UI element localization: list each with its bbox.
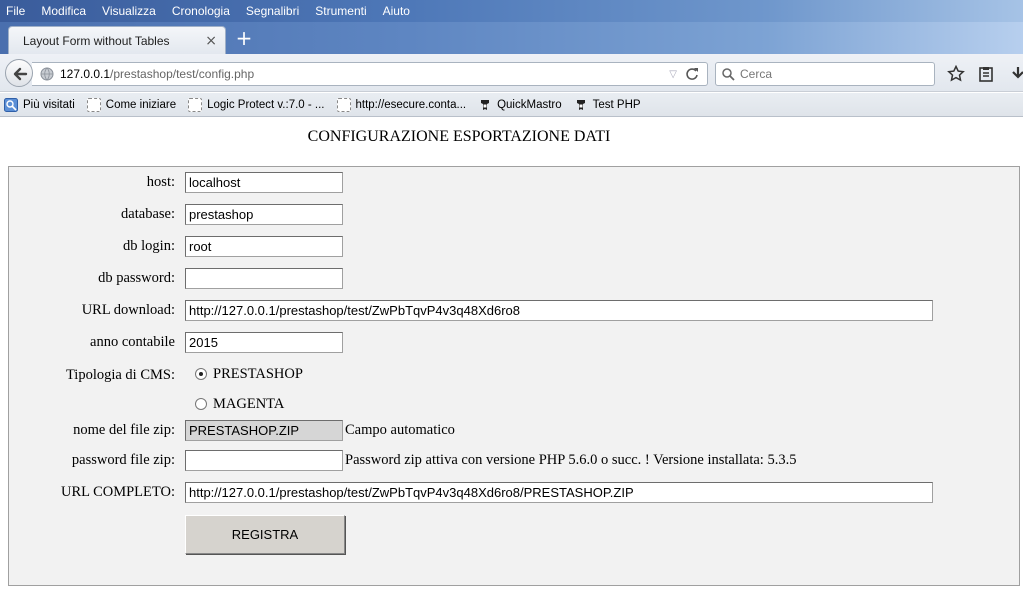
search-placeholder: Cerca	[740, 67, 773, 81]
registra-button[interactable]: REGISTRA	[185, 515, 345, 554]
row-cms-magenta: MAGENTA	[9, 395, 1021, 417]
anno-contabile-input[interactable]	[185, 332, 343, 353]
blank-page-icon	[188, 97, 203, 112]
reload-icon[interactable]	[685, 67, 699, 81]
cms-label: Tipologia di CMS:	[65, 367, 175, 383]
most-visited-icon	[4, 97, 18, 112]
bookmark-label: Logic Protect v.:7.0 - ...	[207, 98, 325, 111]
back-arrow-icon	[13, 67, 28, 81]
menu-strumenti[interactable]: Strumenti	[315, 4, 366, 18]
menu-cronologia[interactable]: Cronologia	[172, 4, 230, 18]
tab-active[interactable]: Layout Form without Tables ×	[8, 26, 226, 54]
url-download-label: URL download:	[81, 302, 175, 318]
radio-magenta-label[interactable]: MAGENTA	[213, 396, 284, 413]
host-input[interactable]	[185, 172, 343, 193]
url-completo-input[interactable]	[185, 482, 933, 503]
page-content: CONFIGURAZIONE ESPORTAZIONE DATI host: d…	[0, 118, 1023, 590]
bookmarks-bar: Più visitati Come iniziare Logic Protect…	[0, 93, 1023, 117]
menu-aiuto[interactable]: Aiuto	[383, 4, 410, 18]
blank-page-icon	[336, 97, 351, 112]
blank-page-icon	[86, 97, 101, 112]
row-cms: Tipologia di CMS: PRESTASHOP	[9, 365, 1021, 387]
db-login-input[interactable]	[185, 236, 343, 257]
row-url-completo: URL COMPLETO:	[9, 482, 1021, 504]
menu-modifica[interactable]: Modifica	[41, 4, 86, 18]
zip-name-label: nome del file zip:	[73, 422, 175, 438]
row-zip-password: password file zip: Password zip attiva c…	[9, 450, 1021, 472]
bookmark-test-php[interactable]: Test PHP	[574, 98, 641, 112]
database-input[interactable]	[185, 204, 343, 225]
anno-contabile-label: anno contabile	[90, 334, 175, 350]
bookmark-label: Test PHP	[592, 98, 641, 111]
zip-password-label: password file zip:	[71, 452, 175, 468]
menu-bar: File Modifica Visualizza Cronologia Segn…	[0, 0, 1023, 22]
bookmark-label: Più visitati	[23, 98, 75, 111]
database-label: database:	[121, 206, 175, 222]
row-url-download: URL download:	[9, 300, 1021, 322]
radio-prestashop[interactable]	[195, 368, 207, 380]
db-login-label: db login:	[123, 238, 175, 254]
new-tab-button[interactable]: +	[234, 28, 254, 48]
search-icon	[722, 67, 735, 81]
row-anno-contabile: anno contabile	[9, 332, 1021, 354]
bookmark-quickmastro[interactable]: QuickMastro	[478, 98, 562, 112]
menu-file[interactable]: File	[6, 4, 25, 18]
url-download-input[interactable]	[185, 300, 933, 321]
tab-title: Layout Form without Tables	[23, 33, 170, 48]
back-button[interactable]	[5, 59, 33, 87]
search-box[interactable]: Cerca	[715, 62, 935, 86]
radio-magenta[interactable]	[195, 398, 207, 410]
zip-name-note: Campo automatico	[345, 422, 455, 438]
url-completo-label: URL COMPLETO:	[61, 484, 175, 500]
globe-icon	[40, 67, 54, 81]
bookmark-piu-visitati[interactable]: Più visitati	[4, 97, 75, 112]
nav-bar: 127.0.0.1/prestashop/test/config.php ▽ C…	[0, 54, 1023, 92]
php-icon	[481, 99, 490, 110]
download-icon[interactable]	[1009, 65, 1023, 83]
row-db-password: db password:	[9, 268, 1021, 290]
row-zip-name: nome del file zip: Campo automatico	[9, 420, 1021, 442]
host-label: host:	[146, 174, 175, 190]
url-bar[interactable]: 127.0.0.1/prestashop/test/config.php ▽	[32, 62, 708, 86]
url-path: /prestashop/test/config.php	[110, 67, 255, 81]
menu-segnalibri[interactable]: Segnalibri	[246, 4, 299, 18]
bookmark-logic-protect[interactable]: Logic Protect v.:7.0 - ...	[188, 97, 325, 112]
tab-strip: Layout Form without Tables × +	[0, 22, 1023, 54]
zip-password-input[interactable]	[185, 450, 343, 471]
bookmark-label: QuickMastro	[497, 98, 562, 111]
bookmark-star-icon[interactable]	[947, 65, 965, 83]
bookmark-come-iniziare[interactable]: Come iniziare	[86, 97, 177, 112]
row-database: database:	[9, 204, 1021, 226]
row-host: host:	[9, 172, 1021, 194]
menu-visualizza[interactable]: Visualizza	[102, 4, 156, 18]
config-form: host: database: db login: db password: U…	[8, 166, 1020, 586]
bookmark-label: Come iniziare	[105, 98, 177, 111]
url-host: 127.0.0.1	[60, 67, 111, 81]
reading-list-icon[interactable]	[977, 65, 995, 83]
tab-close-icon[interactable]: ×	[205, 33, 217, 49]
radio-prestashop-label[interactable]: PRESTASHOP	[213, 366, 303, 383]
bookmark-label: http://esecure.conta...	[355, 98, 467, 111]
row-db-login: db login:	[9, 236, 1021, 258]
zip-name-input	[185, 420, 343, 441]
db-password-input[interactable]	[185, 268, 343, 289]
page-title: CONFIGURAZIONE ESPORTAZIONE DATI	[307, 128, 611, 145]
zip-password-note: Password zip attiva con versione PHP 5.6…	[345, 452, 797, 468]
php-icon	[576, 99, 585, 110]
bookmark-esecure[interactable]: http://esecure.conta...	[336, 97, 467, 112]
url-dropdown-icon[interactable]: ▽	[669, 69, 677, 80]
db-password-label: db password:	[98, 270, 175, 286]
url-text: 127.0.0.1/prestashop/test/config.php	[60, 67, 669, 81]
